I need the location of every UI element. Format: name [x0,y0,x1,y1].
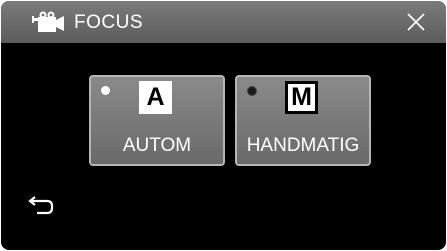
autom-focus-button[interactable]: A AUTOM [89,75,225,166]
auto-mode-icon: A [139,81,172,114]
close-icon[interactable] [403,9,429,35]
page-title: FOCUS [74,12,143,33]
selected-indicator-icon [101,86,110,95]
menu-header: FOCUS [1,1,446,43]
camera-menu-screen: FOCUS A AUTOM M HANDMATIG [1,1,446,250]
return-arrow-icon[interactable] [25,193,57,217]
autom-label: AUTOM [122,135,192,156]
unselected-indicator-icon [247,86,257,96]
handmatig-focus-button[interactable]: M HANDMATIG [235,75,371,166]
manual-mode-icon: M [285,81,318,114]
video-camera-icon [32,11,64,32]
handmatig-label: HANDMATIG [246,135,360,156]
